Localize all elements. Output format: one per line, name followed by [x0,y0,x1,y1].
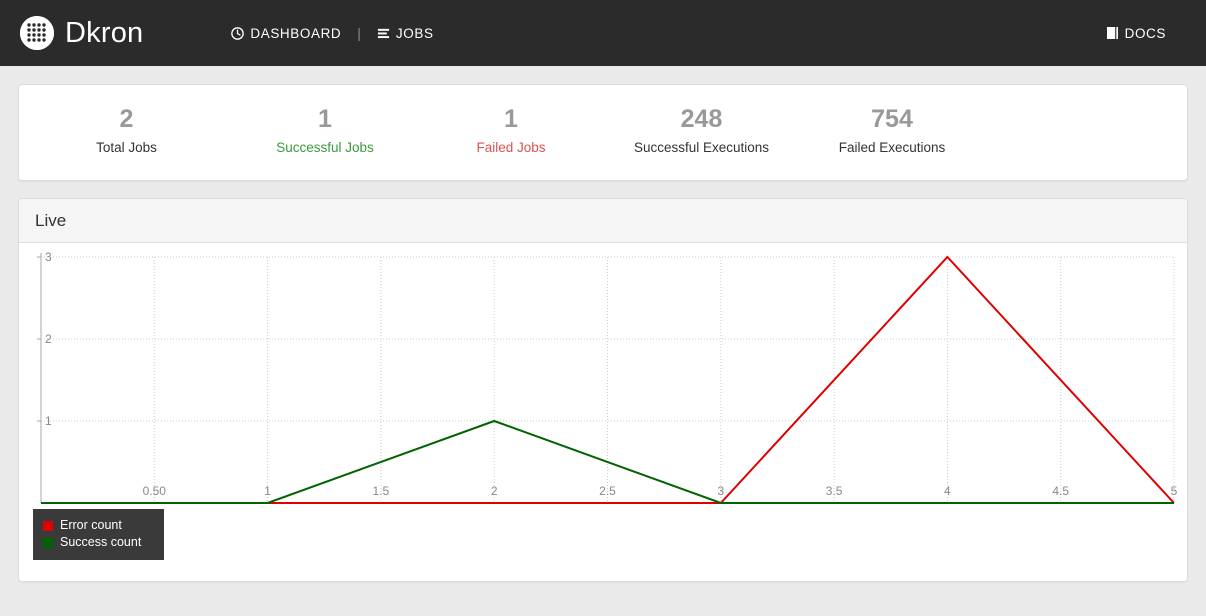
brand-link[interactable]: Dkron [20,16,143,50]
dkron-dots-logo-icon [20,16,54,50]
svg-text:3: 3 [45,250,52,264]
nav-links: DASHBOARD | JOBS [221,22,443,45]
stat-failed-executions: 754 Failed Executions [797,105,987,155]
svg-text:2: 2 [45,332,52,346]
navbar: Dkron DASHBOARD | JOBS DOCS [0,0,1206,66]
svg-text:1: 1 [45,414,52,428]
nav-item-jobs[interactable]: JOBS [367,22,444,45]
legend-item-error-count: Error count [43,517,152,534]
jobs-list-icon [377,27,390,40]
nav-item-docs[interactable]: DOCS [1096,22,1176,45]
live-chart-svg[interactable]: 1 2 3 0.50 1 1.5 2 2.5 3 3.5 4 4.5 5 [19,243,1187,582]
nav-separator: | [357,25,361,41]
stat-failed-executions-value: 754 [871,105,913,133]
stat-successful-jobs-label: Successful Jobs [276,139,374,155]
stat-successful-jobs: 1 Successful Jobs [234,105,416,155]
chart-legend: Error count Success count [33,509,164,560]
svg-text:4.5: 4.5 [1052,484,1069,498]
nav-right: DOCS [1096,22,1176,45]
svg-text:1: 1 [264,484,271,498]
svg-text:3.5: 3.5 [826,484,843,498]
nav-item-dashboard-label: DASHBOARD [250,25,342,41]
nav-item-jobs-label: JOBS [395,25,434,41]
stat-total-jobs-value: 2 [119,105,134,133]
stat-total-jobs-label: Total Jobs [96,139,157,155]
svg-text:1.5: 1.5 [373,484,390,498]
svg-text:5: 5 [1171,484,1178,498]
brand-name: Dkron [65,16,144,49]
live-chart-title: Live [35,210,67,230]
book-icon [1106,26,1119,40]
svg-text:4: 4 [944,484,951,498]
legend-label-error: Error count [60,518,122,533]
stat-total-jobs: 2 Total Jobs [19,105,234,155]
svg-text:2: 2 [491,484,498,498]
stat-failed-jobs: 1 Failed Jobs [416,105,606,155]
legend-label-success: Success count [60,535,142,550]
page-container: 2 Total Jobs 1 Successful Jobs 1 Failed … [18,66,1188,582]
svg-text:2.5: 2.5 [599,484,616,498]
live-chart-panel: Live 1 2 3 0.50 1 1.5 2 2.5 3 3.5 4 4.5 5 Error coun… [18,198,1188,582]
nav-item-docs-label: DOCS [1124,25,1166,41]
stat-successful-executions: 248 Successful Executions [606,105,797,155]
stat-successful-jobs-value: 1 [318,105,332,133]
stats-panel: 2 Total Jobs 1 Successful Jobs 1 Failed … [18,84,1188,181]
legend-swatch-error [43,520,53,531]
live-chart-body: 1 2 3 0.50 1 1.5 2 2.5 3 3.5 4 4.5 5 Error count Suc… [19,243,1187,582]
stat-failed-jobs-value: 1 [504,105,518,133]
svg-text:3: 3 [717,484,724,498]
stat-successful-executions-label: Successful Executions [633,139,770,155]
legend-swatch-success [43,537,53,548]
stat-successful-executions-value: 248 [680,105,723,133]
svg-text:0.50: 0.50 [143,484,167,498]
nav-item-dashboard[interactable]: DASHBOARD [221,22,351,45]
stat-failed-executions-label: Failed Executions [838,139,946,155]
live-chart-panel-heading: Live [19,199,1187,243]
stat-failed-jobs-label: Failed Jobs [476,139,546,155]
live-chart[interactable]: 1 2 3 0.50 1 1.5 2 2.5 3 3.5 4 4.5 5 [19,243,1187,582]
legend-item-success-count: Success count [43,534,152,551]
dashboard-clock-icon [231,26,245,40]
